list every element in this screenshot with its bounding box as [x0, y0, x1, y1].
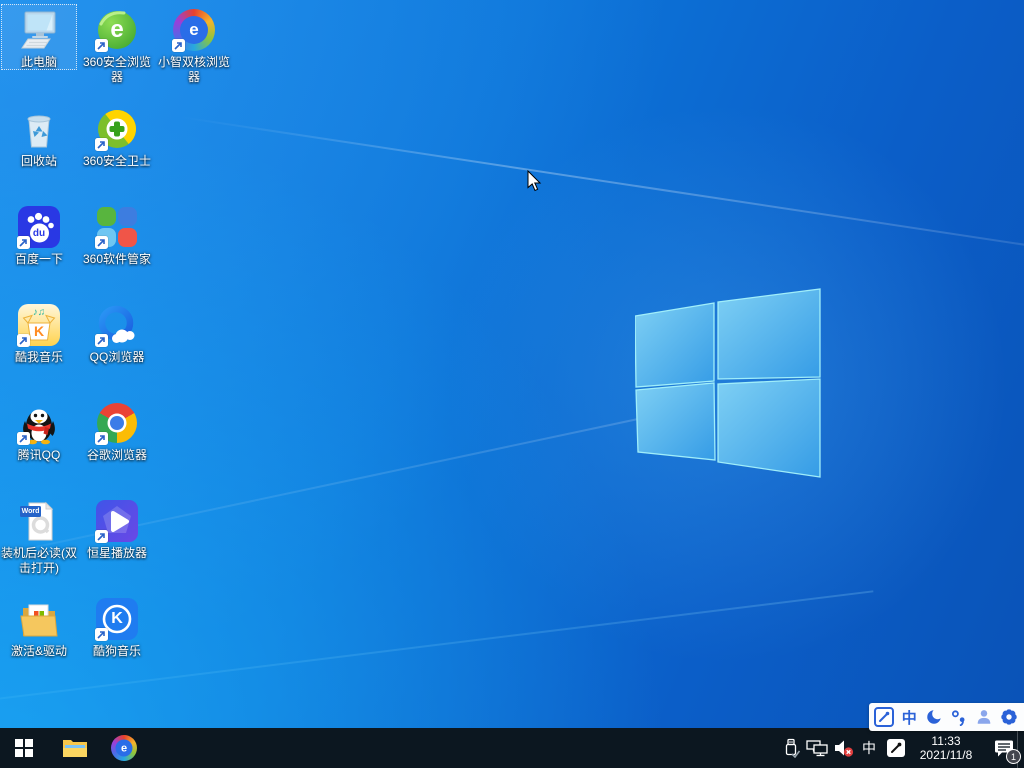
kugou-music-icon: K	[94, 596, 140, 642]
mouse-cursor	[527, 169, 543, 197]
ime-toolbar: 中	[869, 703, 1024, 731]
ime-status-icon	[887, 739, 905, 757]
ime-logo-icon	[874, 707, 895, 727]
360-secure-browser-icon: e	[94, 7, 140, 53]
desktop-icon-recycle-bin[interactable]: 回收站	[1, 103, 77, 169]
taskbar: e 中 11:33 2021/11/8 1	[0, 728, 1024, 768]
folder-icon	[16, 596, 62, 642]
browser-e-glyph: e	[115, 739, 133, 757]
baidu-icon: du	[16, 204, 62, 250]
shortcut-arrow-icon	[95, 530, 108, 543]
shortcut-arrow-icon	[95, 432, 108, 445]
shortcut-arrow-icon	[17, 334, 30, 347]
clock-date: 2021/11/8	[919, 748, 973, 762]
desktop-icon-kuwo-music[interactable]: K ♪♫ 酷我音乐	[1, 299, 77, 365]
recycle-bin-icon	[16, 106, 62, 152]
desktop-icon-360-software-manager[interactable]: 360软件管家	[79, 201, 155, 267]
desktop-icon-label: 百度一下	[14, 252, 63, 266]
ime-fullwidth-moon-button[interactable]	[923, 705, 945, 729]
desktop-icon-label: 小智双核浏览器	[157, 55, 230, 84]
desktop-icon-360-secure-browser[interactable]: e 360安全浏览器	[79, 4, 155, 85]
ime-punctuation-button[interactable]	[948, 705, 970, 729]
desktop-icon-stellar-player[interactable]: 恒星播放器	[79, 495, 155, 561]
desktop-icon-label: 酷我音乐	[14, 350, 63, 364]
word-document-icon: Word	[16, 498, 62, 544]
desktop-icon-tencent-qq[interactable]: 腾讯QQ	[1, 397, 77, 463]
system-tray: 中 11:33 2021/11/8 1	[781, 728, 1024, 768]
ime-status-tray-button[interactable]	[881, 728, 911, 768]
360-safety-guard-icon	[94, 106, 140, 152]
desktop-icon-readme-doc[interactable]: Word 装机后必读(双击打开)	[1, 495, 77, 576]
file-explorer-icon	[63, 740, 87, 757]
network-icon	[806, 739, 828, 756]
desktop-icon-qq-browser[interactable]: QQ浏览器	[79, 299, 155, 365]
desktop-icon-label: 回收站	[20, 154, 57, 168]
desktop-icon-label: 此电脑	[20, 55, 57, 69]
volume-tray-button[interactable]	[831, 728, 857, 768]
360-software-manager-icon	[94, 204, 140, 250]
windows-start-icon	[15, 739, 33, 757]
desktop-icon-label: 360安全卫士	[82, 154, 152, 168]
desktop-icon-label: 酷狗音乐	[92, 644, 141, 658]
browser-icon: e	[111, 735, 137, 761]
shortcut-arrow-icon	[95, 628, 108, 641]
desktop-icon-label: 激活&驱动	[10, 644, 67, 658]
shortcut-arrow-icon	[95, 138, 108, 151]
this-pc-icon	[16, 7, 62, 53]
desktop-icon-label: 360软件管家	[82, 252, 152, 266]
language-indicator[interactable]: 中	[857, 728, 881, 768]
shortcut-arrow-icon	[95, 39, 108, 52]
shortcut-arrow-icon	[17, 236, 30, 249]
shortcut-arrow-icon	[17, 432, 30, 445]
desktop-icon-activation-drivers[interactable]: 激活&驱动	[1, 593, 77, 659]
desktop-icon-this-pc[interactable]: 此电脑	[1, 4, 77, 70]
shortcut-arrow-icon	[95, 236, 108, 249]
ime-settings-button[interactable]	[998, 705, 1020, 729]
desktop-icon-label: 360安全浏览器	[82, 55, 152, 84]
desktop-icon-label: 谷歌浏览器	[86, 448, 147, 462]
ime-logo-button[interactable]	[873, 705, 895, 729]
tencent-qq-icon	[16, 400, 62, 446]
windows-logo	[634, 288, 821, 478]
desktop-icon-google-chrome[interactable]: 谷歌浏览器	[79, 397, 155, 463]
xiaozhi-browser-icon: e	[171, 7, 217, 53]
usb-tray-button[interactable]	[781, 728, 803, 768]
usb-icon	[785, 738, 800, 758]
start-button[interactable]	[0, 728, 48, 768]
notification-count-badge: 1	[1006, 749, 1021, 764]
qq-browser-icon	[94, 302, 140, 348]
action-center-button[interactable]: 1	[991, 728, 1021, 768]
kuwo-music-icon: K ♪♫	[16, 302, 62, 348]
taskbar-clock[interactable]: 11:33 2021/11/8	[911, 734, 981, 762]
shortcut-arrow-icon	[95, 334, 108, 347]
desktop-icon-xiaozhi-browser[interactable]: e 小智双核浏览器	[156, 4, 232, 85]
ime-user-button[interactable]	[973, 705, 995, 729]
moon-icon	[927, 708, 944, 724]
word-tag: Word	[20, 506, 41, 517]
desktop-icon-label: 腾讯QQ	[17, 448, 61, 462]
clock-time: 11:33	[931, 734, 961, 748]
desktop-icon-360-safety-guard[interactable]: 360安全卫士	[79, 103, 155, 169]
file-explorer-button[interactable]	[51, 728, 99, 768]
browser-taskbar-button[interactable]: e	[100, 728, 148, 768]
desktop-icon-kugou-music[interactable]: K 酷狗音乐	[79, 593, 155, 659]
shortcut-arrow-icon	[172, 39, 185, 52]
desktop-icon-label: QQ浏览器	[89, 350, 145, 364]
gear-icon	[1000, 709, 1017, 725]
desktop-icon-label: 恒星播放器	[86, 546, 147, 560]
google-chrome-icon	[94, 400, 140, 446]
user-icon	[977, 710, 991, 724]
desktop-icon-baidu[interactable]: du 百度一下	[1, 201, 77, 267]
stellar-player-icon	[94, 498, 140, 544]
desktop-icon-label: 装机后必读(双击打开)	[1, 546, 77, 575]
ime-mode-button[interactable]: 中	[898, 705, 920, 729]
punctuation-icon	[951, 710, 965, 726]
volume-muted-icon	[835, 740, 854, 757]
network-tray-button[interactable]	[803, 728, 831, 768]
